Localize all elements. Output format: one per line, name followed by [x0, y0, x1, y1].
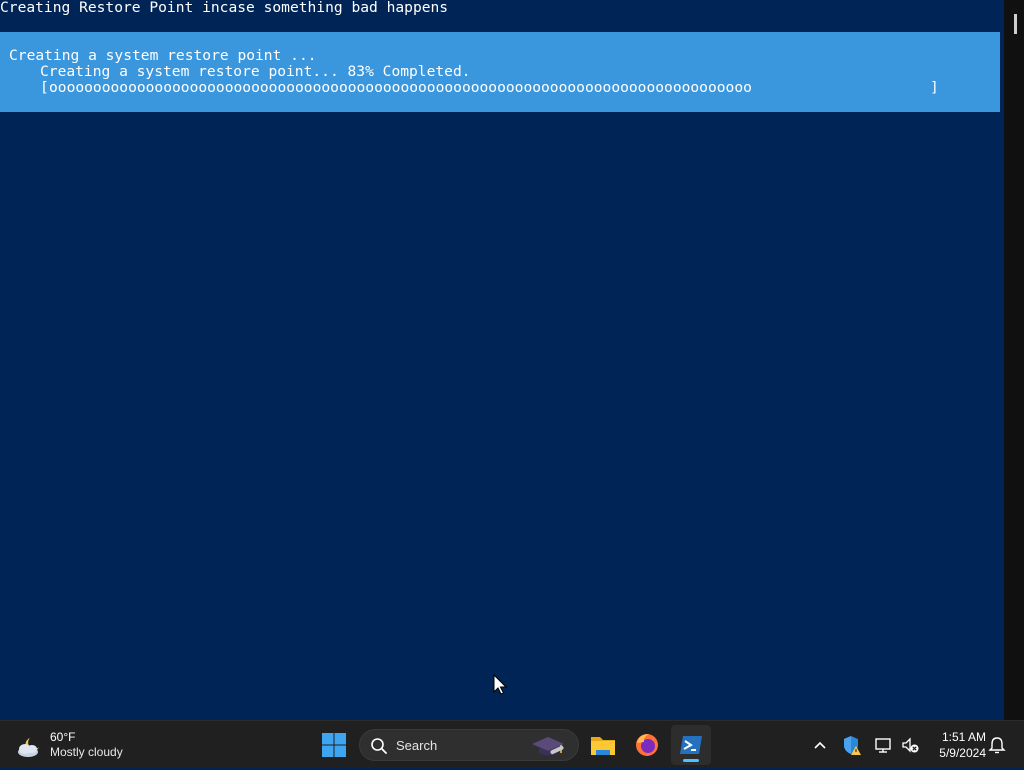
- console-scrollbar[interactable]: [1004, 0, 1024, 720]
- network-icon[interactable]: [874, 735, 894, 755]
- windows-start-icon: [322, 733, 346, 757]
- taskbar-clock[interactable]: 1:51 AM 5/9/2024: [926, 729, 986, 761]
- chevron-up-icon[interactable]: [810, 735, 830, 755]
- file-explorer-button[interactable]: [583, 725, 623, 765]
- search-label: Search: [396, 738, 438, 753]
- mouse-cursor-icon: [493, 674, 507, 695]
- partly-cloudy-night-icon: [18, 738, 39, 757]
- volume-muted-icon[interactable]: [900, 735, 920, 755]
- weather-description: Mostly cloudy: [50, 745, 123, 759]
- firefox-button[interactable]: [627, 725, 667, 765]
- progress-bar-close-bracket: ]: [930, 79, 939, 96]
- weather-temperature: 60°F: [50, 730, 76, 744]
- firefox-icon: [636, 734, 658, 756]
- powershell-console[interactable]: Creating Restore Point incase something …: [0, 0, 1004, 720]
- folder-icon: [591, 737, 615, 755]
- weather-widget[interactable]: 60°F Mostly cloudy: [14, 727, 144, 763]
- windows-security-warning-icon[interactable]: [842, 734, 862, 756]
- start-button[interactable]: [318, 729, 350, 761]
- search-icon: [371, 738, 387, 754]
- console-header-line: Creating Restore Point incase something …: [0, 0, 449, 16]
- progress-bar-fill: oooooooooooooooooooooooooooooooooooooooo…: [49, 80, 752, 96]
- taskbar-search-box[interactable]: Search: [359, 729, 579, 761]
- notification-bell-icon[interactable]: [987, 735, 1007, 755]
- clock-date: 5/9/2024: [939, 746, 986, 760]
- progress-bar-open-bracket: [: [40, 79, 49, 96]
- progress-activity: Creating a system restore point ...: [9, 47, 317, 64]
- taskbar: 60°F Mostly cloudy Search 1:51 AM 5/9/20…: [0, 720, 1024, 768]
- powershell-active-indicator: [683, 759, 699, 762]
- clock-time: 1:51 AM: [941, 730, 986, 744]
- graduation-cap-icon: [532, 737, 564, 756]
- scrollbar-thumb[interactable]: [1014, 14, 1017, 34]
- progress-status: Creating a system restore point... 83% C…: [40, 63, 471, 80]
- progress-panel: Creating a system restore point ... Crea…: [0, 32, 1000, 112]
